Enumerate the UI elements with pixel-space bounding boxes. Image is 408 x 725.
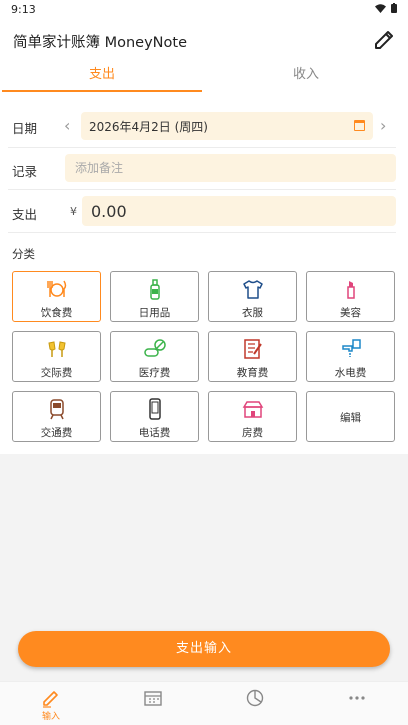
nav-calendar[interactable]: [102, 682, 204, 725]
app-bar: 简单家计账簿 MoneyNote: [0, 20, 408, 60]
category-label: 水电费: [334, 367, 367, 379]
category-transport[interactable]: 交通费: [12, 391, 101, 442]
prev-day-icon[interactable]: ‹: [64, 116, 70, 135]
book-icon: [244, 339, 262, 359]
category-label: 美容: [340, 307, 361, 319]
next-day-icon[interactable]: ›: [380, 116, 386, 135]
type-tabs: 支出 收入: [0, 60, 408, 92]
nav-input-label: 输入: [41, 712, 60, 722]
pie-chart-icon: [246, 689, 264, 707]
category-label: 电话费: [138, 427, 171, 439]
category-phone[interactable]: 电话费: [110, 391, 199, 442]
currency-symbol: ¥: [70, 205, 77, 218]
note-field: [65, 154, 396, 182]
calendar-icon: [144, 691, 162, 706]
tab-income[interactable]: 收入: [206, 60, 406, 92]
category-label: 医疗费: [138, 367, 171, 379]
category-food[interactable]: 饮食费: [12, 271, 101, 322]
phone-icon: [149, 398, 161, 420]
category-clothes[interactable]: 衣服: [208, 271, 297, 322]
amount-input[interactable]: [82, 196, 396, 226]
category-medical[interactable]: 医疗费: [110, 331, 199, 382]
category-label: 编辑: [340, 412, 361, 424]
category-label: 分类: [12, 247, 35, 261]
submit-expense-button[interactable]: 支出输入: [18, 631, 390, 667]
food-icon: [47, 280, 67, 297]
shirt-icon: [243, 280, 263, 299]
status-bar: 9:13: [0, 0, 408, 20]
category-label: 交际费: [40, 367, 73, 379]
category-utilities[interactable]: 水电费: [306, 331, 395, 382]
date-picker[interactable]: 2026年4月2日 (周四): [81, 112, 373, 140]
app-title: 简单家计账簿 MoneyNote: [13, 35, 188, 51]
faucet-icon: [342, 339, 361, 357]
note-input[interactable]: [65, 154, 396, 182]
divider: [8, 189, 396, 190]
date-value: 2026年4月2日 (周四): [89, 120, 208, 134]
category-daily[interactable]: 日用品: [110, 271, 199, 322]
lipstick-icon: [347, 281, 355, 299]
tab-expense[interactable]: 支出: [2, 60, 202, 92]
category-label: 衣服: [242, 307, 263, 319]
pencil-icon: [43, 691, 58, 708]
bottom-nav: 输入: [0, 681, 408, 725]
category-beauty[interactable]: 美容: [306, 271, 395, 322]
status-time: 9:13: [11, 3, 36, 16]
cheers-icon: [48, 341, 66, 357]
category-label: 日用品: [138, 307, 171, 319]
edit-icon[interactable]: [372, 28, 396, 52]
nav-report[interactable]: [204, 682, 306, 725]
category-label: 教育费: [236, 367, 269, 379]
nav-more[interactable]: [306, 682, 408, 725]
battery-icon: [391, 3, 397, 13]
amount-label: 支出: [12, 207, 38, 222]
category-label: 饮食费: [40, 307, 73, 319]
nav-input[interactable]: 输入: [0, 682, 102, 725]
calendar-icon: [354, 120, 365, 131]
note-label: 记录: [12, 164, 38, 179]
category-education[interactable]: 教育费: [208, 331, 297, 382]
house-icon: [242, 401, 264, 418]
medicine-icon: [144, 339, 166, 357]
train-icon: [50, 399, 64, 420]
divider: [8, 147, 396, 148]
status-icons: [375, 3, 397, 13]
divider: [8, 232, 396, 233]
category-label: 房费: [242, 427, 263, 439]
category-edit-button[interactable]: 编辑: [306, 391, 395, 442]
amount-field: [82, 196, 396, 226]
category-social[interactable]: 交际费: [12, 331, 101, 382]
bottle-icon: [150, 279, 160, 300]
category-label: 交通费: [40, 427, 73, 439]
date-label: 日期: [12, 121, 38, 136]
category-rent[interactable]: 房费: [208, 391, 297, 442]
wifi-icon: [375, 3, 386, 13]
more-icon: [349, 696, 365, 700]
